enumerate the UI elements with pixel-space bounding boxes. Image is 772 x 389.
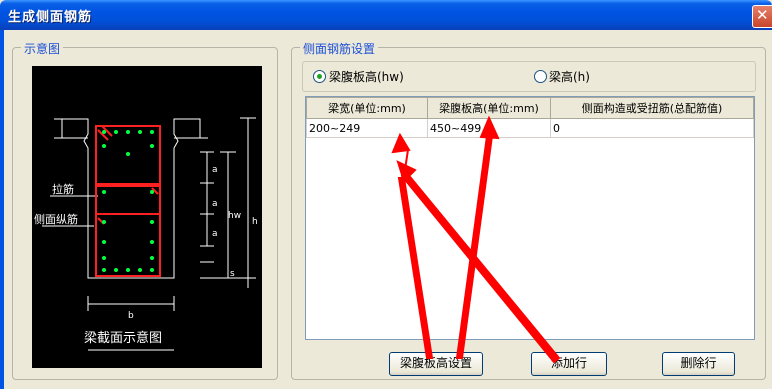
dim-h: h xyxy=(252,217,258,227)
beam-section-diagram: 拉筋 侧面纵筋 a a a hw h s b 梁截面示意图 xyxy=(32,66,262,368)
title-bar: 生成侧面钢筋 ✕ xyxy=(0,0,772,30)
rebar-table: 梁宽(单位:mm) 梁腹板高(单位:mm) 侧面构造或受扭筋(总配筋值) 200… xyxy=(305,96,755,340)
radio-beam-height[interactable] xyxy=(534,70,547,83)
settings-group-title: 侧面钢筋设置 xyxy=(300,40,379,57)
tie-label: 拉筋 xyxy=(52,182,74,196)
dim-a-1: a xyxy=(212,165,218,175)
radio-web-height-label[interactable]: 梁腹板高(hw) xyxy=(329,68,404,85)
close-icon: ✕ xyxy=(756,6,769,24)
delete-row-button[interactable]: 删除行 xyxy=(662,352,735,376)
table-header-row: 梁宽(单位:mm) 梁腹板高(单位:mm) 侧面构造或受扭筋(总配筋值) xyxy=(306,97,754,119)
dim-a-3: a xyxy=(212,229,218,239)
add-row-button[interactable]: 添加行 xyxy=(531,352,607,376)
cell-side-rebar[interactable]: 0 xyxy=(550,118,754,138)
close-button[interactable]: ✕ xyxy=(752,5,772,28)
dim-hw: hw xyxy=(228,211,241,221)
column-side-rebar[interactable]: 侧面构造或受扭筋(总配筋值) xyxy=(550,97,754,119)
web-height-settings-button[interactable]: 梁腹板高设置 xyxy=(389,352,483,376)
height-mode-radio-group: 梁腹板高(hw) 梁高(h) xyxy=(302,61,756,92)
beam-section-drawing: 拉筋 侧面纵筋 a a a hw h s b 梁截面示意图 xyxy=(34,117,258,351)
table-row[interactable]: 200~249 450~499 0 xyxy=(306,118,754,138)
diagram-group-title: 示意图 xyxy=(21,40,64,57)
dim-a-2: a xyxy=(212,199,218,209)
column-beam-width[interactable]: 梁宽(单位:mm) xyxy=(306,97,428,119)
dim-b: b xyxy=(128,311,134,321)
side-bar-label: 侧面纵筋 xyxy=(34,212,78,226)
window-frame xyxy=(0,30,4,389)
cell-beam-width[interactable]: 200~249 xyxy=(306,118,428,138)
diagram-caption: 梁截面示意图 xyxy=(84,330,162,346)
radio-web-height[interactable] xyxy=(313,70,326,83)
window-title: 生成侧面钢筋 xyxy=(8,10,93,25)
dim-s: s xyxy=(230,269,235,279)
cell-web-height[interactable]: 450~499 xyxy=(427,118,551,138)
radio-beam-height-label[interactable]: 梁高(h) xyxy=(549,68,590,85)
column-web-height[interactable]: 梁腹板高(单位:mm) xyxy=(427,97,551,119)
